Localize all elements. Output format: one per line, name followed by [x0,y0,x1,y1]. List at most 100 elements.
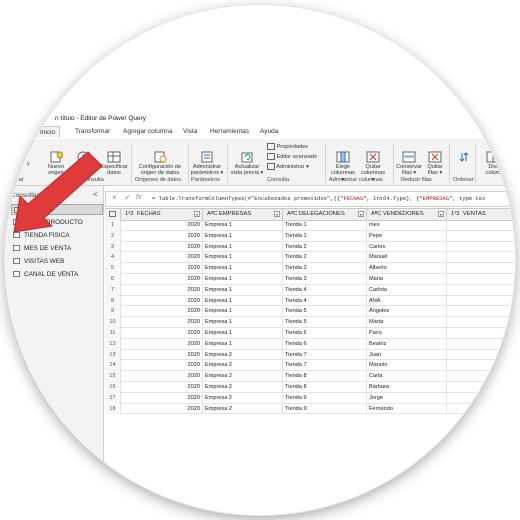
table-row[interactable]: 17 2020 Empresa 2 Tienda 9 Jorge [105,392,515,404]
cell-vendedor[interactable]: Manolo [367,360,447,372]
cell-ventas[interactable] [447,393,515,404]
table-row[interactable]: 1 2020 Empresa 1 Tienda 1 Ines [105,220,515,231]
table-corner-menu[interactable] [105,209,121,220]
table-row[interactable]: 2 2020 Empresa 1 Tienda 1 Pepe [105,230,515,242]
cell-delegacion[interactable]: Tienda 4 [283,295,367,307]
filter-dropdown-icon[interactable]: ▾ [358,211,364,217]
tab-herramientas[interactable]: Herramientas [210,128,249,135]
cell-delegacion[interactable]: Tienda 2 [283,252,367,264]
cell-fecha[interactable]: 2020 [121,349,203,361]
cell-empresa[interactable]: Empresa 2 [203,382,283,393]
cell-vendedor[interactable]: Jorge [367,392,447,404]
cell-vendedor[interactable]: Pepe [367,230,447,242]
row-number[interactable]: 17 [105,392,121,404]
row-number[interactable]: 12 [105,338,121,350]
manage-query-button[interactable]: Administrar ▾ [267,163,309,170]
remove-rows-button[interactable]: Quitar filas ▾ [423,151,447,177]
cell-delegacion[interactable]: Tienda 8 [283,382,367,393]
cell-empresa[interactable]: Empresa 1 [203,241,283,253]
cell-empresa[interactable]: Empresa 1 [203,220,283,231]
confirm-formula-icon[interactable]: ✓ [124,193,131,202]
cell-vendedor[interactable]: Juan [367,349,447,361]
table-row[interactable]: 13 2020 Empresa 2 Tienda 7 Juan [105,349,515,361]
cell-fecha[interactable]: 2020 [121,392,203,404]
cell-ventas[interactable] [447,404,515,415]
column-header-fechas[interactable]: 1²3 FECHAS ▾ [121,209,203,220]
column-header-delegaciones[interactable]: AᴮC DELEGACIONES ▾ [283,209,367,220]
tab-agregar-columna[interactable]: Agregar columna [123,128,173,135]
cell-vendedor[interactable]: Bárbara [367,382,447,393]
row-number[interactable]: 4 [105,252,121,264]
table-row[interactable]: 7 2020 Empresa 1 Tienda 4 Carlota [105,284,515,296]
filter-dropdown-icon[interactable]: ▾ [194,211,200,217]
column-header-empresas[interactable]: AᴮC EMPRESAS ▾ [203,209,283,220]
table-row[interactable]: 18 2020 Empresa 2 Tienda 9 Fernando [105,403,515,415]
text-type-icon[interactable]: AᴮC [287,211,297,217]
cell-delegacion[interactable]: Tienda 3 [283,263,367,274]
formula-text[interactable]: = Table.TransformColumnTypes(#"Encabezad… [152,195,485,202]
cell-vendedor[interactable]: ANA [367,295,447,307]
column-header-ventas[interactable]: 1²3 VENTAS [447,209,515,220]
refresh-preview-button[interactable]: Actualizar vista previa ▾ [229,151,265,177]
cell-vendedor[interactable]: Paco [367,328,447,339]
cell-vendedor[interactable]: Ines [367,220,447,231]
table-row[interactable]: 8 2020 Empresa 1 Tienda 4 ANA [105,295,515,307]
cell-delegacion[interactable]: Tienda 5 [283,317,367,328]
row-number[interactable]: 2 [105,230,121,242]
cell-fecha[interactable]: 2020 [121,263,203,274]
manage-parameters-button[interactable]: Administrar parámetros ▾ [189,151,225,177]
cell-empresa[interactable]: Empresa 1 [203,230,283,242]
row-number[interactable]: 16 [105,382,121,393]
cell-fecha[interactable]: 2020 [121,338,203,350]
cancel-formula-icon[interactable]: × [112,193,117,202]
cell-empresa[interactable]: Empresa 2 [203,392,283,404]
cell-fecha[interactable]: 2020 [121,328,203,339]
row-number[interactable]: 9 [105,306,121,318]
cell-empresa[interactable]: Empresa 1 [203,317,283,328]
cell-empresa[interactable]: Empresa 2 [203,360,283,372]
cell-empresa[interactable]: Empresa 1 [203,252,283,264]
new-source-button[interactable]: Nuevo origen [43,151,69,177]
cell-fecha[interactable]: 2020 [121,274,203,285]
row-number[interactable]: 7 [105,284,121,296]
cell-vendedor[interactable]: Carlota [367,284,447,296]
table-row[interactable]: 12 2020 Empresa 1 Tienda 6 Beatriz [105,338,515,350]
cell-delegacion[interactable]: Tienda 5 [283,306,367,318]
tab-ayuda[interactable]: Ayuda [260,128,278,135]
cell-ventas[interactable] [447,350,515,361]
whole-number-type-icon[interactable]: 1²3 [125,211,133,217]
row-number[interactable]: 11 [105,328,121,339]
cell-vendedor[interactable]: Carlos [367,241,447,253]
cell-ventas[interactable] [447,339,515,350]
table-row[interactable]: 14 2020 Empresa 2 Tienda 7 Manolo [105,360,515,372]
table-row[interactable]: 4 2020 Empresa 1 Tienda 2 Manuel [105,252,515,264]
table-row[interactable]: 3 2020 Empresa 1 Tienda 2 Carlos [105,241,515,253]
tab-transformar[interactable]: Transformar [75,128,110,135]
cell-delegacion[interactable]: Tienda 6 [283,338,367,350]
cell-vendedor[interactable]: Marta [367,317,447,328]
row-number[interactable]: 3 [105,241,121,253]
fx-icon[interactable]: fx [136,194,141,201]
query-item-canal-de-venta[interactable]: CANAL DE VENTA [11,269,103,280]
cell-vendedor[interactable]: Maria [367,274,447,285]
advanced-editor-button[interactable]: Editor avanzado [267,153,317,160]
query-item-venta-producto[interactable]: VENTA PRODUCTO [11,217,103,228]
cell-ventas[interactable] [447,360,515,371]
row-number[interactable]: 18 [105,403,121,415]
split-column-button[interactable]: Divi colum [479,151,507,177]
row-number[interactable]: 8 [105,295,121,307]
cell-ventas[interactable] [447,263,515,274]
filter-dropdown-icon[interactable]: ▾ [438,211,444,217]
cell-empresa[interactable]: Empresa 1 [203,295,283,307]
cell-empresa[interactable]: Empresa 2 [203,349,283,361]
cell-fecha[interactable]: 2020 [121,306,203,318]
cell-delegacion[interactable]: Tienda 2 [283,241,367,253]
cell-fecha[interactable]: 2020 [121,371,203,382]
cell-vendedor[interactable]: Fernando [367,403,447,415]
tab-vista[interactable]: Vista [183,128,197,135]
table-row[interactable]: 9 2020 Empresa 1 Tienda 5 Angeles [105,306,515,318]
cell-delegacion[interactable]: Tienda 3 [283,274,367,285]
table-row[interactable]: 10 2020 Empresa 1 Tienda 5 Marta [105,317,515,328]
table-row[interactable]: 11 2020 Empresa 1 Tienda 6 Paco [105,328,515,339]
properties-button[interactable]: Propiedades [267,143,308,150]
